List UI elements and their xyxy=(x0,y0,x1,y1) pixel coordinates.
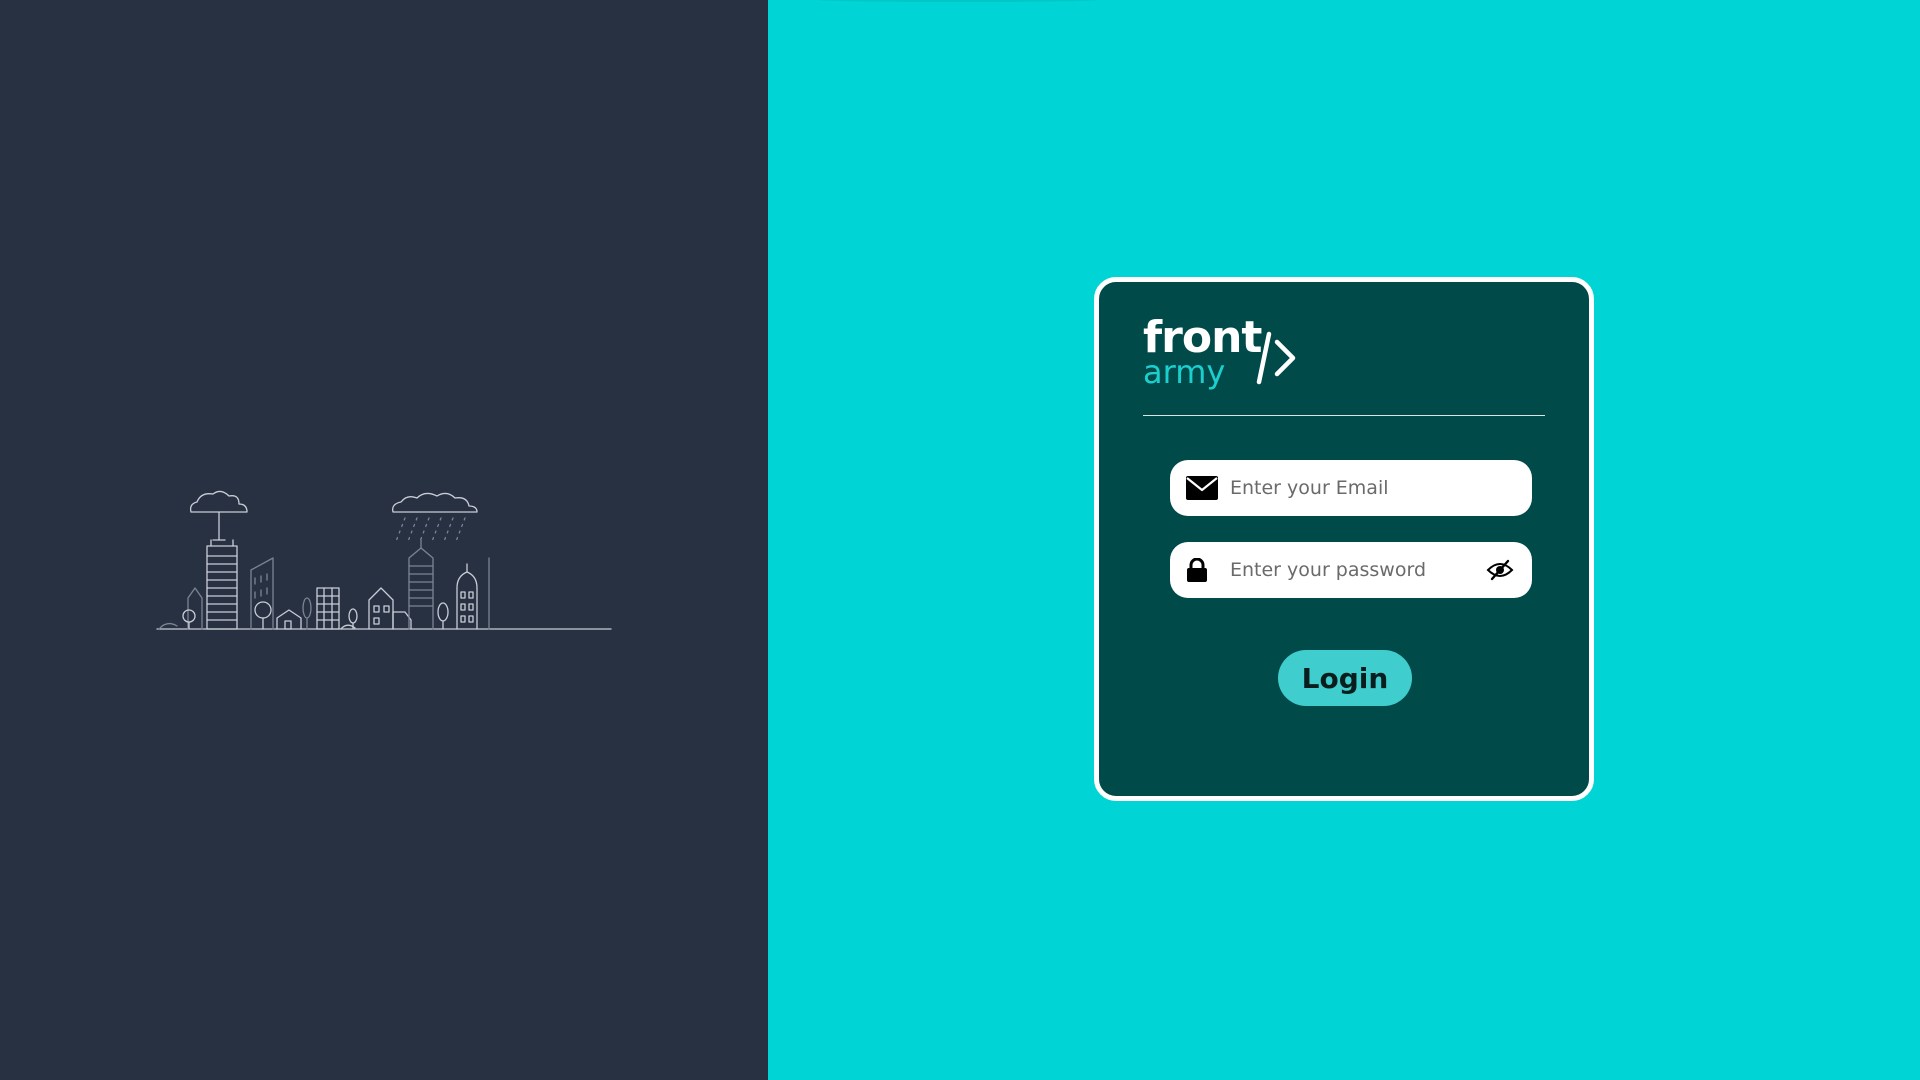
password-field xyxy=(1170,542,1532,598)
right-panel: front army Enter your Email Login xyxy=(768,0,1920,1080)
password-input[interactable] xyxy=(1230,542,1480,598)
login-page: front army Enter your Email Login xyxy=(0,0,1920,1080)
lock-icon xyxy=(1186,558,1208,582)
email-field xyxy=(1170,460,1532,516)
email-input[interactable] xyxy=(1230,460,1480,516)
city-skyline-icon xyxy=(156,490,612,630)
envelope-icon xyxy=(1186,476,1218,500)
brand-divider xyxy=(1143,415,1545,416)
brand-logo: front army xyxy=(1143,316,1323,402)
login-card: front army Enter your Email Login xyxy=(1094,277,1594,801)
login-button[interactable]: Login xyxy=(1278,650,1412,706)
eye-slash-icon[interactable] xyxy=(1486,558,1514,582)
top-shadow xyxy=(818,0,1098,2)
code-slash-chevron-icon xyxy=(1256,331,1296,385)
brand-word-bottom: army xyxy=(1143,353,1226,391)
left-panel xyxy=(0,0,768,1080)
